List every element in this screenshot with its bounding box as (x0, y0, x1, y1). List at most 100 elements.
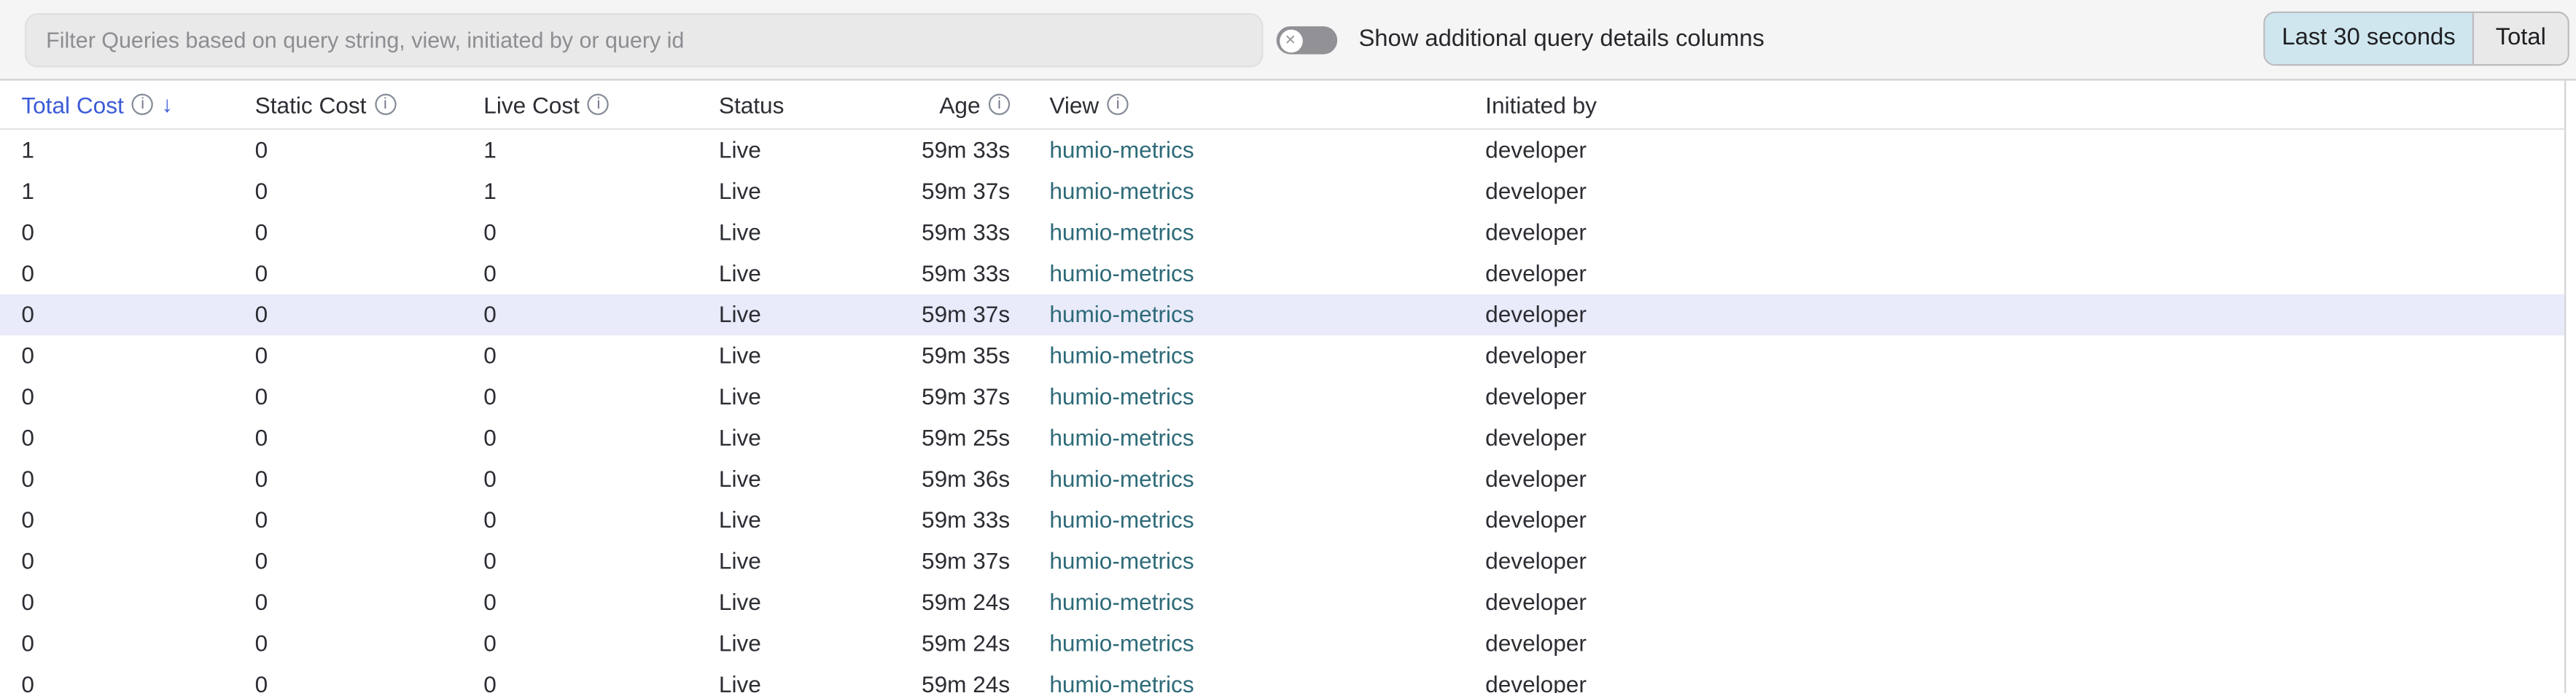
cell-initiated-by: developer (1485, 629, 2564, 655)
column-header-initiated-by[interactable]: Initiated by (1485, 91, 2564, 117)
table-row[interactable]: 000Live59m 37shumio-metricsdeveloper (0, 294, 2564, 334)
cell-initiated-by: developer (1485, 179, 2564, 205)
view-link[interactable]: humio-metrics (1049, 219, 1194, 246)
cell-total-cost: 0 (21, 342, 254, 369)
filter-queries-input[interactable] (25, 13, 1264, 67)
view-link[interactable]: humio-metrics (1049, 629, 1194, 655)
view-link[interactable]: humio-metrics (1049, 424, 1194, 450)
cell-initiated-by: developer (1485, 260, 2564, 286)
time-range-button-last-30-seconds[interactable]: Last 30 seconds (2265, 12, 2472, 63)
cell-status: Live (719, 137, 917, 163)
info-icon[interactable]: i (375, 94, 396, 115)
cell-static-cost: 0 (255, 383, 484, 410)
info-icon[interactable]: i (132, 94, 153, 115)
table-row[interactable]: 000Live59m 24shumio-metricsdeveloper (0, 622, 2564, 662)
cell-view: humio-metrics (1049, 588, 1485, 614)
table-row[interactable]: 101Live59m 33shumio-metricsdeveloper (0, 130, 2564, 171)
cell-view: humio-metrics (1049, 670, 1485, 693)
view-link[interactable]: humio-metrics (1049, 506, 1194, 533)
cell-total-cost: 0 (21, 629, 254, 655)
cell-live-cost: 0 (483, 629, 719, 655)
table-row[interactable]: 000Live59m 36shumio-metricsdeveloper (0, 458, 2564, 498)
view-link[interactable]: humio-metrics (1049, 179, 1194, 205)
view-link[interactable]: humio-metrics (1049, 588, 1194, 614)
table-row[interactable]: 000Live59m 25shumio-metricsdeveloper (0, 417, 2564, 458)
view-link[interactable]: humio-metrics (1049, 301, 1194, 327)
column-header-total-cost[interactable]: Total Costi↓ (21, 91, 254, 117)
cell-static-cost: 0 (255, 137, 484, 163)
view-link[interactable]: humio-metrics (1049, 465, 1194, 491)
cell-status: Live (719, 179, 917, 205)
toggle-off-x-icon: ✕ (1279, 28, 1302, 52)
details-columns-toggle[interactable]: ✕ (1277, 26, 1337, 54)
column-label: View (1049, 91, 1099, 117)
cell-initiated-by: developer (1485, 342, 2564, 369)
cell-age: 59m 35s (917, 342, 1011, 369)
cell-static-cost: 0 (255, 547, 484, 573)
cell-age: 59m 33s (917, 219, 1011, 246)
sort-desc-icon: ↓ (162, 93, 173, 115)
cell-view: humio-metrics (1049, 506, 1485, 533)
column-header-age[interactable]: Agei (917, 91, 1011, 117)
column-header-live-cost[interactable]: Live Costi (483, 91, 719, 117)
info-icon[interactable]: i (989, 94, 1010, 115)
toolbar: ✕ Show additional query details columns … (0, 0, 2576, 81)
table-row[interactable]: 000Live59m 33shumio-metricsdeveloper (0, 253, 2564, 294)
info-icon[interactable]: i (1107, 94, 1128, 115)
cell-live-cost: 0 (483, 670, 719, 693)
cell-initiated-by: developer (1485, 137, 2564, 163)
info-icon[interactable]: i (588, 94, 609, 115)
cell-initiated-by: developer (1485, 424, 2564, 450)
cell-age: 59m 24s (917, 588, 1011, 614)
table-row[interactable]: 000Live59m 33shumio-metricsdeveloper (0, 212, 2564, 253)
cell-total-cost: 0 (21, 588, 254, 614)
table-row[interactable]: 000Live59m 24shumio-metricsdeveloper (0, 581, 2564, 622)
cell-initiated-by: developer (1485, 301, 2564, 327)
cell-total-cost: 0 (21, 547, 254, 573)
cell-initiated-by: developer (1485, 670, 2564, 693)
column-header-static-cost[interactable]: Static Cost i (255, 91, 484, 117)
cell-live-cost: 0 (483, 301, 719, 327)
column-label: Status (719, 91, 785, 117)
column-label: Static Cost (255, 91, 367, 117)
column-header-status[interactable]: Status (719, 91, 917, 117)
cell-initiated-by: developer (1485, 588, 2564, 614)
table-row[interactable]: 000Live59m 33shumio-metricsdeveloper (0, 499, 2564, 540)
time-range-button-total[interactable]: Total (2472, 12, 2568, 63)
cell-static-cost: 0 (255, 260, 484, 286)
cell-view: humio-metrics (1049, 137, 1485, 163)
cell-age: 59m 33s (917, 260, 1011, 286)
cell-static-cost: 0 (255, 301, 484, 327)
view-link[interactable]: humio-metrics (1049, 383, 1194, 410)
table-row[interactable]: 000Live59m 35shumio-metricsdeveloper (0, 335, 2564, 376)
cell-live-cost: 1 (483, 179, 719, 205)
table-row[interactable]: 000Live59m 37shumio-metricsdeveloper (0, 376, 2564, 417)
table-row[interactable]: 101Live59m 37shumio-metricsdeveloper (0, 171, 2564, 211)
cell-view: humio-metrics (1049, 383, 1485, 410)
cell-initiated-by: developer (1485, 506, 2564, 533)
cell-live-cost: 0 (483, 424, 719, 450)
cell-live-cost: 0 (483, 383, 719, 410)
view-link[interactable]: humio-metrics (1049, 137, 1194, 163)
view-link[interactable]: humio-metrics (1049, 342, 1194, 369)
view-link[interactable]: humio-metrics (1049, 670, 1194, 693)
cell-total-cost: 0 (21, 260, 254, 286)
cell-age: 59m 37s (917, 547, 1011, 573)
view-link[interactable]: humio-metrics (1049, 547, 1194, 573)
cell-view: humio-metrics (1049, 424, 1485, 450)
cell-live-cost: 0 (483, 588, 719, 614)
cell-initiated-by: developer (1485, 547, 2564, 573)
query-monitor-page: ✕ Show additional query details columns … (0, 0, 2576, 693)
column-header-view[interactable]: Viewi (1049, 91, 1485, 117)
cell-initiated-by: developer (1485, 219, 2564, 246)
table-row[interactable]: 000Live59m 37shumio-metricsdeveloper (0, 540, 2564, 581)
cell-age: 59m 37s (917, 301, 1011, 327)
cell-view: humio-metrics (1049, 179, 1485, 205)
table-header-row: Total Costi↓Static CostiLive CostiStatus… (0, 81, 2564, 130)
cell-live-cost: 0 (483, 506, 719, 533)
query-table: Total Costi↓Static CostiLive CostiStatus… (0, 81, 2566, 693)
table-row[interactable]: 000Live59m 24shumio-metricsdeveloper (0, 663, 2564, 693)
view-link[interactable]: humio-metrics (1049, 260, 1194, 286)
cell-total-cost: 0 (21, 219, 254, 246)
cell-view: humio-metrics (1049, 547, 1485, 573)
